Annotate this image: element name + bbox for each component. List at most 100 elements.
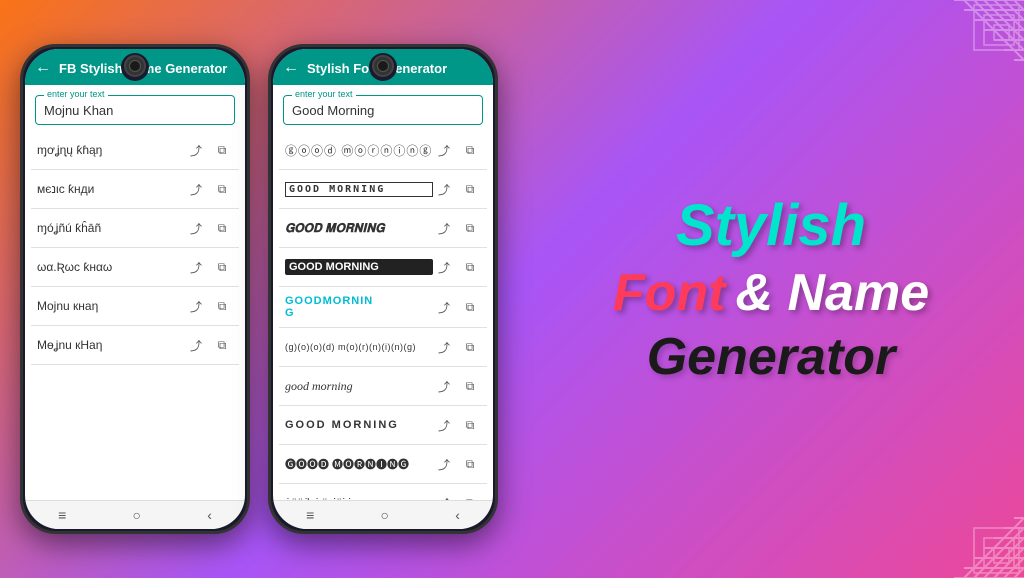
phone2-screen: ← Stylish Font Generator enter your text… [273, 49, 493, 529]
font-text: Mөʝnu кHаη [37, 338, 185, 352]
phone2-input[interactable] [292, 103, 474, 118]
font-text: GOOD MORNING [285, 419, 433, 431]
back-arrow-icon[interactable]: ← [35, 59, 51, 77]
copy-icon[interactable]: ⧉ [211, 178, 233, 200]
share-icon[interactable]: ⤴ [433, 256, 455, 278]
font-actions: ⤴ ⧉ [433, 217, 481, 239]
copy-icon[interactable]: ⧉ [459, 296, 481, 318]
font-actions: ⤴ ⧉ [433, 414, 481, 436]
font-text: мєנιc ƙнди [37, 182, 185, 196]
copy-icon[interactable]: ⧉ [211, 256, 233, 278]
phone1-input-label: enter your text [44, 89, 108, 99]
share-icon[interactable]: ⤴ [433, 453, 455, 475]
phone2-input-wrapper: enter your text [283, 95, 483, 125]
phone2-font-list: ⓖⓞⓞⓓ ⓜⓞⓡⓝⓘⓝⓖ ⤴ ⧉ GOOD MORNING ⤴ ⧉ 𝐆𝐎𝐎𝐃 𝐌… [273, 131, 493, 500]
back-nav-icon[interactable]: ‹ [207, 507, 212, 523]
font-text: ɱơʝɳų ƙɦąŋ [37, 143, 185, 157]
table-row: Mөʝnu кHаη ⤴ ⧉ [31, 326, 239, 365]
phone1-input-wrapper: enter your text [35, 95, 235, 125]
share-icon[interactable]: ⤴ [433, 178, 455, 200]
phone1-input[interactable] [44, 103, 226, 118]
font-text: (g)(o)(o)(d) m(o)(r)(n)(i)(n)(g) [285, 342, 433, 352]
table-row: GOOD MORNING ⤴ ⧉ [279, 406, 487, 445]
back-arrow-icon[interactable]: ← [283, 59, 299, 77]
table-row: ⓖⓞⓞⓓ ⓜⓞⓡⓝⓘⓝⓖ ⤴ ⧉ [279, 131, 487, 170]
share-icon[interactable]: ⤴ [433, 296, 455, 318]
phone1-input-area: enter your text [25, 85, 245, 131]
copy-icon[interactable]: ⧉ [459, 414, 481, 436]
table-row: GOODMORNING ⤴ ⧉ [279, 287, 487, 328]
font-text: 𝐆𝐎𝐎𝐃 𝐌𝐎𝐑𝐍𝐈𝐍𝐆 [285, 221, 433, 236]
copy-icon[interactable]: ⧉ [459, 139, 481, 161]
home-icon[interactable]: ○ [381, 507, 389, 523]
copy-icon[interactable]: ⧉ [459, 336, 481, 358]
table-row: ωα.Ʀωc ƙнαω ⤴ ⧉ [31, 248, 239, 287]
font-text: ɱóʝñú ƙĥāñ [37, 221, 185, 235]
branding-section: Stylish Font & Name Generator [518, 172, 1024, 407]
copy-icon[interactable]: ⧉ [459, 375, 481, 397]
table-row: (g)(o)(o)(d) m(o)(r)(n)(i)(n)(g) ⤴ ⧉ [279, 328, 487, 367]
menu-icon[interactable]: ≡ [306, 507, 314, 523]
copy-icon[interactable]: ⧉ [211, 334, 233, 356]
font-actions: ⤴ ⧉ [185, 178, 233, 200]
font-text: ⓖⓞⓞⓓ ⓜⓞⓡⓝⓘⓝⓖ [285, 142, 433, 159]
font-text: GOODMORNING [285, 295, 433, 319]
phone2-input-label: enter your text [292, 89, 356, 99]
brand-middle: Font & Name [613, 263, 929, 323]
copy-icon[interactable]: ⧉ [459, 453, 481, 475]
table-row: Mojnu кнаη ⤴ ⧉ [31, 287, 239, 326]
font-text: Mojnu кнаη [37, 299, 185, 313]
share-icon[interactable]: ⤴ [185, 139, 207, 161]
brand-and-name-text: & Name [735, 263, 929, 323]
home-icon[interactable]: ○ [133, 507, 141, 523]
share-icon[interactable]: ⤴ [433, 492, 455, 500]
menu-icon[interactable]: ≡ [58, 507, 66, 523]
phone2-bottom-nav: ≡ ○ ‹ [273, 500, 493, 529]
table-row: 𝐆𝐎𝐎𝐃 𝐌𝐎𝐑𝐍𝐈𝐍𝐆 ⤴ ⧉ [279, 209, 487, 248]
font-actions: ⤴ ⧉ [185, 256, 233, 278]
share-icon[interactable]: ⤴ [433, 375, 455, 397]
copy-icon[interactable]: ⧉ [459, 217, 481, 239]
copy-icon[interactable]: ⧉ [459, 492, 481, 500]
share-icon[interactable]: ⤴ [185, 295, 207, 317]
font-actions: ⤴ ⧉ [185, 217, 233, 239]
font-text: GOOD MORNING [285, 182, 433, 197]
font-actions: ⤴ ⧉ [433, 375, 481, 397]
table-row: ġööḋ ṁörṅïṅġ ⤴ ⧉ [279, 484, 487, 500]
brand-generator: Generator [647, 327, 896, 387]
share-icon[interactable]: ⤴ [185, 178, 207, 200]
font-actions: ⤴ ⧉ [433, 256, 481, 278]
table-row: ɱóʝñú ƙĥāñ ⤴ ⧉ [31, 209, 239, 248]
copy-icon[interactable]: ⧉ [211, 139, 233, 161]
share-icon[interactable]: ⤴ [433, 217, 455, 239]
share-icon[interactable]: ⤴ [185, 217, 207, 239]
share-icon[interactable]: ⤴ [185, 334, 207, 356]
phone-2: ← Stylish Font Generator enter your text… [268, 44, 498, 534]
share-icon[interactable]: ⤴ [185, 256, 207, 278]
font-actions: ⤴ ⧉ [433, 178, 481, 200]
font-actions: ⤴ ⧉ [433, 453, 481, 475]
brand-stylish: Stylish [676, 192, 866, 259]
table-row: 🅖🅞🅞🅓 🅜🅞🅡🅝🅘🅝🅖 ⤴ ⧉ [279, 445, 487, 484]
table-row: GOOD MORNING ⤴ ⧉ [279, 248, 487, 287]
table-row: ɱơʝɳų ƙɦąŋ ⤴ ⧉ [31, 131, 239, 170]
phone1-camera [124, 55, 146, 77]
share-icon[interactable]: ⤴ [433, 414, 455, 436]
font-text: good morning [285, 379, 433, 394]
font-actions: ⤴ ⧉ [433, 336, 481, 358]
table-row: good morning ⤴ ⧉ [279, 367, 487, 406]
phone-1: ← FB Stylish Name Generator enter your t… [20, 44, 250, 534]
share-icon[interactable]: ⤴ [433, 139, 455, 161]
copy-icon[interactable]: ⧉ [459, 256, 481, 278]
phone2-input-area: enter your text [273, 85, 493, 131]
back-nav-icon[interactable]: ‹ [455, 507, 460, 523]
share-icon[interactable]: ⤴ [433, 336, 455, 358]
copy-icon[interactable]: ⧉ [211, 217, 233, 239]
font-actions: ⤴ ⧉ [185, 295, 233, 317]
phone2-camera [372, 55, 394, 77]
copy-icon[interactable]: ⧉ [211, 295, 233, 317]
copy-icon[interactable]: ⧉ [459, 178, 481, 200]
table-row: мєנιc ƙнди ⤴ ⧉ [31, 170, 239, 209]
phones-container: ← FB Stylish Name Generator enter your t… [0, 26, 518, 552]
font-text: 🅖🅞🅞🅓 🅜🅞🅡🅝🅘🅝🅖 [285, 456, 433, 472]
